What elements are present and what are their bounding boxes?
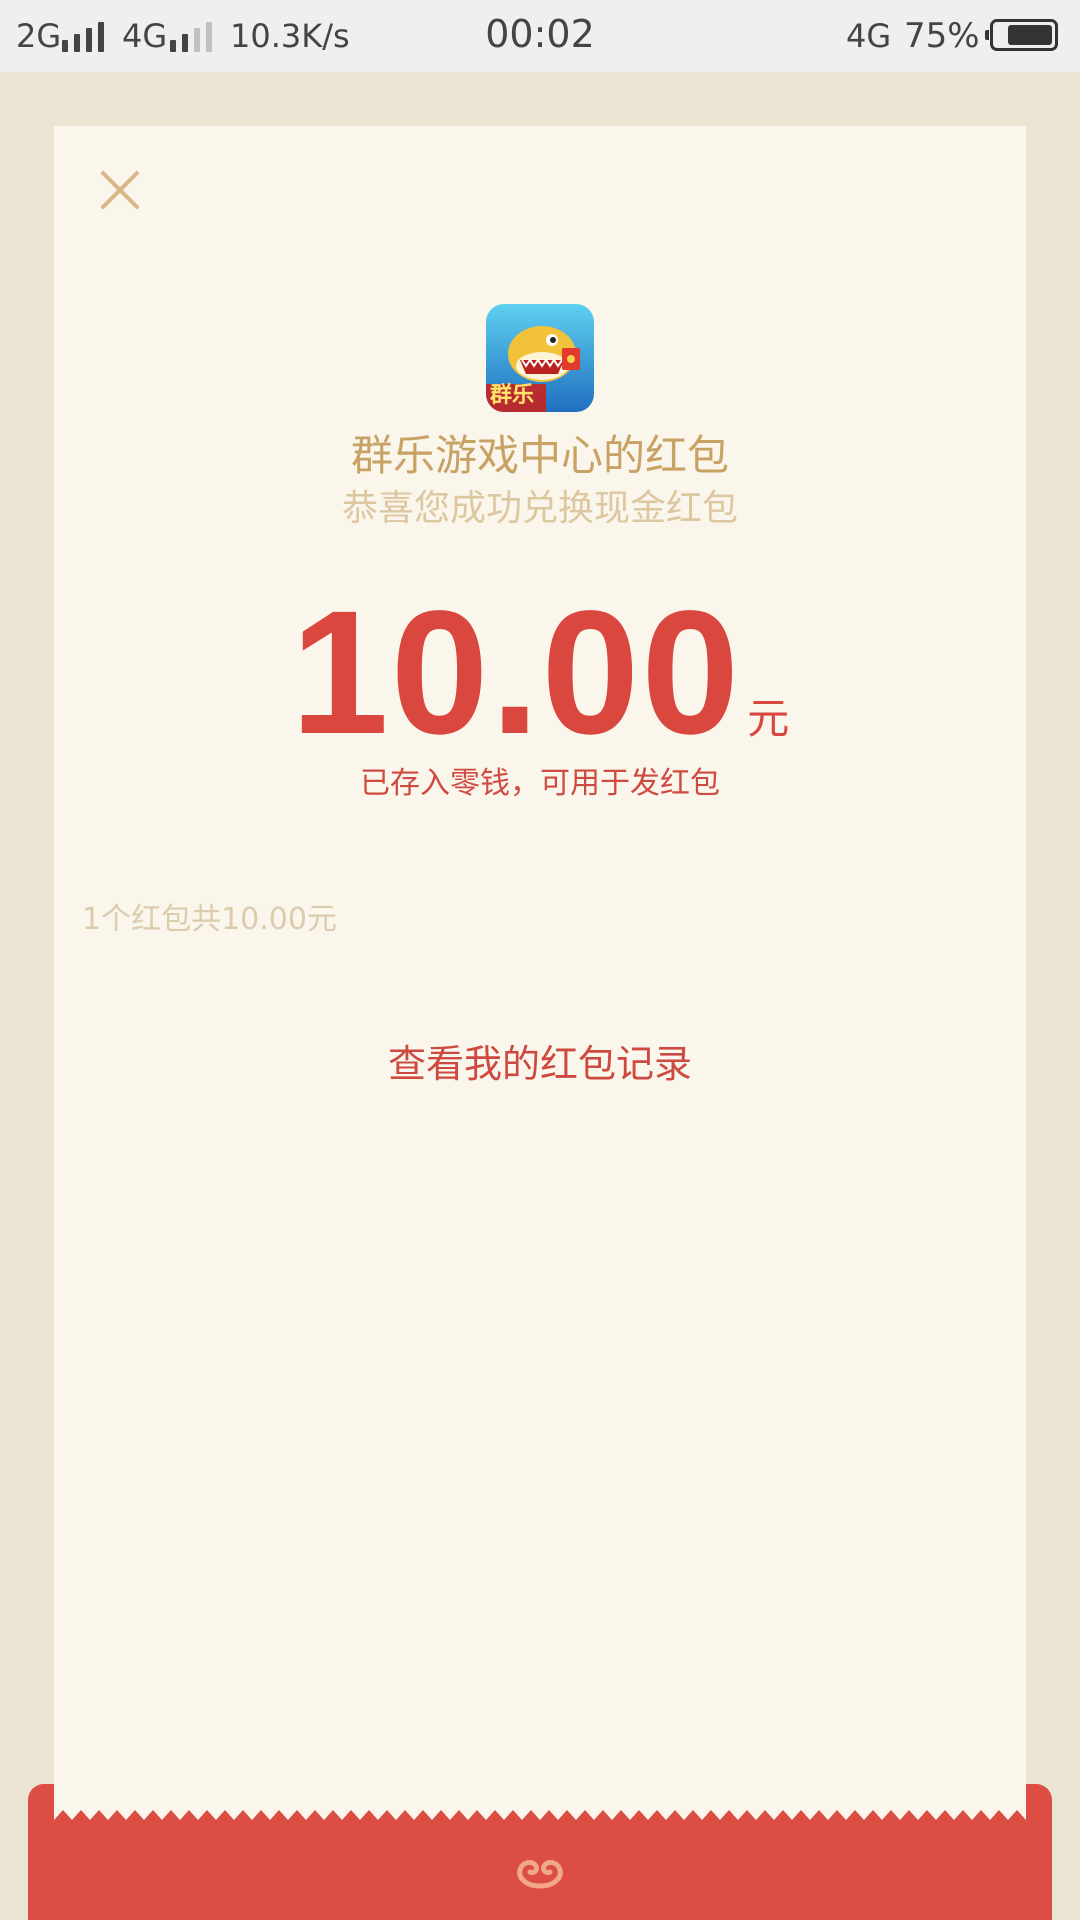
close-icon[interactable]: [90, 160, 150, 220]
app-logo-icon: 群乐: [486, 304, 594, 412]
battery-icon: [985, 19, 1058, 51]
network-4g-label: 4G: [846, 17, 892, 55]
view-records-link[interactable]: 查看我的红包记录: [54, 1036, 1026, 1092]
deposit-note: 已存入零钱，可用于发红包: [360, 766, 720, 801]
subtitle: 恭喜您成功兑换现金红包: [341, 488, 738, 529]
card-zigzag-edge: [54, 1784, 1026, 1832]
red-packet-detail-card: 群乐 群乐游戏中心的红包 恭喜您成功兑换现金红包 10.00 元 已存入零钱，可用…: [54, 126, 1026, 1846]
packet-summary: 1个红包共10.00元: [82, 902, 337, 937]
amount-value: 10.00: [290, 575, 742, 771]
sender-name: 群乐游戏中心的红包: [350, 431, 729, 480]
amount-row: 10.00 元: [54, 585, 1026, 761]
amount-unit: 元: [747, 694, 790, 743]
app-logo-text: 群乐: [490, 383, 535, 408]
cloud-logo-icon: [508, 1848, 572, 1896]
status-bar: 2G 4G 10.3K/s 00:02 4G 75%: [0, 0, 1080, 72]
battery-percent: 75%: [904, 16, 980, 56]
